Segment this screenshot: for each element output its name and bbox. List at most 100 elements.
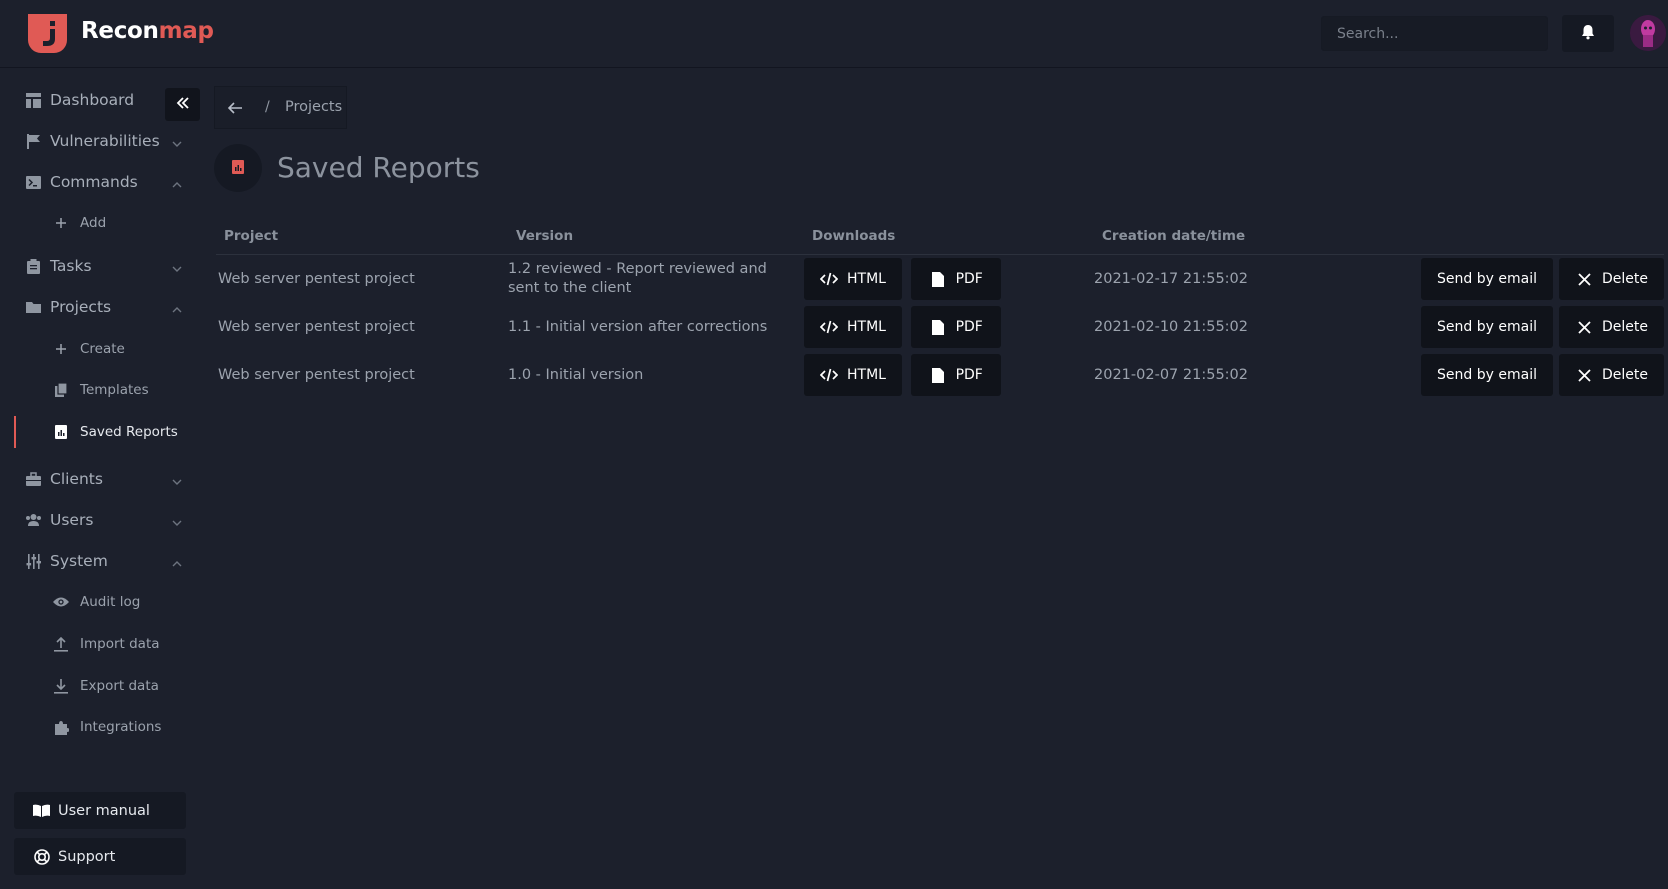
sidebar-subitem-label: Create [80, 341, 125, 357]
close-icon [1575, 366, 1593, 384]
download-html-button[interactable]: HTML [804, 354, 902, 396]
lifebuoy-icon [33, 848, 50, 865]
sidebar-subitem-label: Saved Reports [80, 424, 178, 440]
send-by-email-label: Send by email [1437, 271, 1537, 287]
sidebar-subitem-templates[interactable]: Templates [0, 374, 200, 406]
created-cell: 2021-02-07 21:55:02 [1094, 367, 1248, 383]
sidebar-subitem-audit-log[interactable]: Audit log [0, 586, 200, 618]
created-cell: 2021-02-10 21:55:02 [1094, 319, 1248, 335]
plus-icon [53, 341, 69, 357]
table-row: Web server pentest project 1.1 - Initial… [216, 303, 1664, 351]
eye-icon [53, 594, 69, 610]
actions-cell: Send by email Delete [1414, 303, 1664, 351]
reconmap-logo[interactable] [28, 14, 67, 53]
sidebar-item-clients[interactable]: Clients [0, 462, 200, 496]
download-pdf-label: PDF [955, 367, 983, 383]
plus-icon [53, 215, 69, 231]
code-icon [820, 318, 838, 336]
chevron-up-icon [171, 176, 183, 188]
puzzle-icon [53, 719, 69, 735]
file-icon [929, 366, 947, 384]
download-pdf-button[interactable]: PDF [910, 258, 1001, 300]
sidebar-item-dashboard[interactable]: Dashboard [0, 83, 200, 117]
delete-button[interactable]: Delete [1559, 306, 1664, 348]
sidebar-item-tasks[interactable]: Tasks [0, 249, 200, 283]
actions-cell: Send by email Delete [1414, 255, 1664, 304]
download-html-button[interactable]: HTML [804, 306, 902, 348]
sidebar-item-commands[interactable]: Commands [0, 165, 200, 199]
search-placeholder: Search... [1337, 26, 1399, 42]
column-header-project: Project [216, 218, 508, 255]
sidebar-subitem-add-command[interactable]: Add [0, 207, 200, 239]
clipboard-icon [25, 258, 42, 275]
briefcase-icon [25, 471, 42, 488]
send-by-email-button[interactable]: Send by email [1421, 354, 1553, 396]
brand-name[interactable]: Reconmap [81, 18, 214, 44]
sidebar-item-label: Clients [50, 470, 103, 488]
page-icon [214, 144, 262, 192]
user-avatar[interactable] [1630, 15, 1666, 51]
download-pdf-button[interactable]: PDF [910, 306, 1001, 348]
user-manual-label: User manual [58, 802, 150, 819]
sidebar-item-label: Commands [50, 173, 138, 191]
notifications-button[interactable] [1562, 15, 1614, 52]
sidebar-item-vulnerabilities[interactable]: Vulnerabilities [0, 124, 200, 158]
version-cell: 1.2 reviewed - Report reviewed and sent … [508, 261, 767, 296]
column-header-creation: Creation date/time [1094, 218, 1414, 255]
sidebar-item-label: Users [50, 511, 94, 529]
delete-label: Delete [1602, 271, 1648, 287]
sidebar-subitem-saved-reports[interactable]: Saved Reports [0, 416, 200, 448]
sidebar-subitem-integrations[interactable]: Integrations [0, 711, 200, 743]
arrow-left-icon[interactable] [226, 99, 244, 117]
send-by-email-button[interactable]: Send by email [1421, 306, 1553, 348]
download-pdf-button[interactable]: PDF [910, 354, 1001, 396]
sidebar-subitem-import-data[interactable]: Import data [0, 628, 200, 660]
chevron-down-icon [171, 135, 183, 147]
sidebar: Dashboard Vulnerabilities Commands Add T… [0, 68, 200, 889]
sidebar-item-label: Projects [50, 298, 112, 316]
table-row: Web server pentest project 1.0 - Initial… [216, 351, 1664, 399]
close-icon [1575, 318, 1593, 336]
support-button[interactable]: Support [14, 838, 186, 875]
download-html-button[interactable]: HTML [804, 258, 902, 300]
delete-label: Delete [1602, 367, 1648, 383]
sidebar-item-users[interactable]: Users [0, 503, 200, 537]
book-icon [33, 802, 50, 819]
report-icon [232, 159, 244, 178]
sidebar-item-projects[interactable]: Projects [0, 290, 200, 324]
file-icon [929, 270, 947, 288]
users-icon [25, 512, 42, 529]
download-html-label: HTML [847, 271, 886, 287]
sidebar-subitem-create-project[interactable]: Create [0, 333, 200, 365]
copy-icon [53, 382, 69, 398]
user-manual-button[interactable]: User manual [14, 792, 186, 829]
delete-button[interactable]: Delete [1559, 354, 1664, 396]
breadcrumb: / Projects [214, 86, 347, 129]
chevron-down-icon [171, 260, 183, 272]
page-title: Saved Reports [277, 151, 480, 184]
download-pdf-label: PDF [955, 319, 983, 335]
sidebar-subitem-label: Add [80, 215, 107, 231]
flag-icon [25, 133, 42, 150]
breadcrumb-link-projects[interactable]: Projects [285, 99, 342, 115]
send-by-email-button[interactable]: Send by email [1421, 258, 1553, 300]
column-header-downloads: Downloads [804, 218, 1094, 255]
sidebar-subitem-export-data[interactable]: Export data [0, 670, 200, 702]
chevron-down-icon [171, 514, 183, 526]
delete-button[interactable]: Delete [1559, 258, 1664, 300]
sidebar-item-system[interactable]: System [0, 544, 200, 578]
folder-icon [25, 299, 42, 316]
top-bar: Reconmap Search... [0, 0, 1668, 68]
sidebar-item-label: Vulnerabilities [50, 132, 160, 150]
close-icon [1575, 270, 1593, 288]
chevron-up-icon [171, 301, 183, 313]
download-html-label: HTML [847, 319, 886, 335]
search-input[interactable]: Search... [1321, 16, 1548, 51]
downloads-cell: HTML PDF [804, 351, 1094, 399]
sliders-icon [25, 553, 42, 570]
download-pdf-label: PDF [955, 271, 983, 287]
sidebar-subitem-label: Integrations [80, 719, 162, 735]
downloads-cell: HTML PDF [804, 303, 1094, 351]
sidebar-item-label: System [50, 552, 108, 570]
delete-label: Delete [1602, 319, 1648, 335]
